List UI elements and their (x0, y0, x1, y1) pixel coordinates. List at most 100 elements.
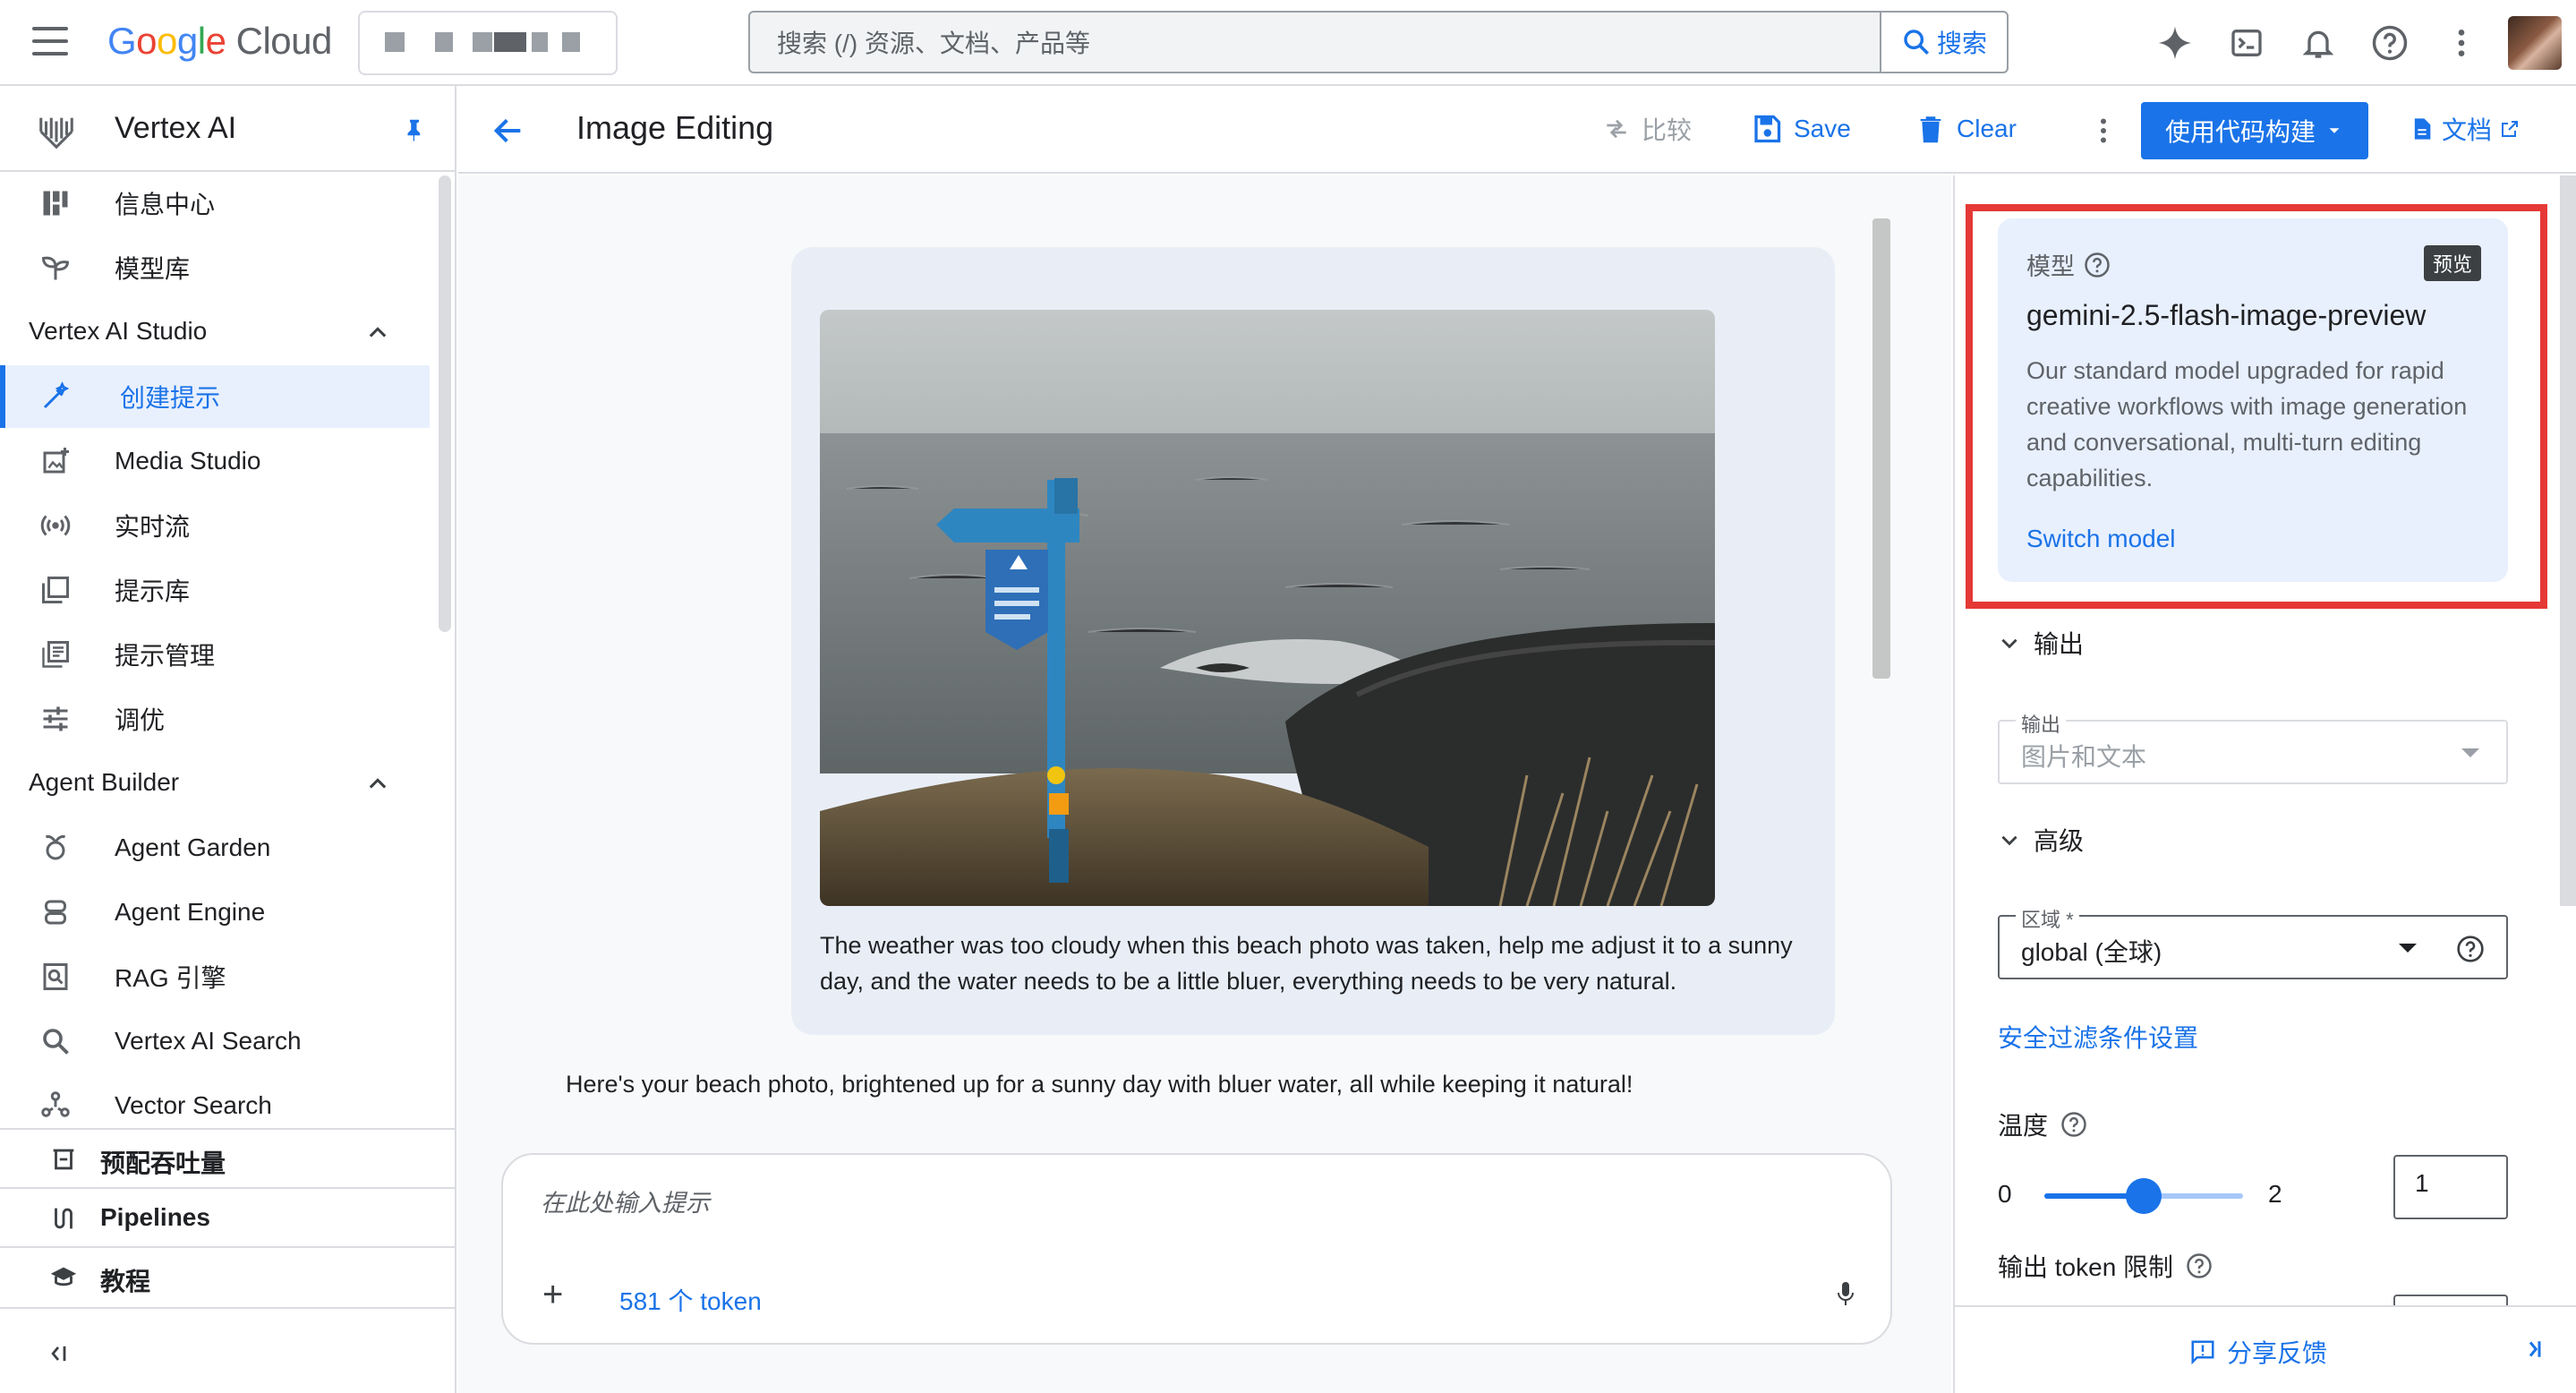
token-count[interactable]: 581 个 token (619, 1282, 762, 1318)
field-value: global (全球) (2021, 938, 2162, 966)
add-icon[interactable]: + (542, 1275, 563, 1315)
sidebar-pinned-tutorial[interactable]: 教程 (0, 1246, 456, 1305)
throughput-icon (53, 1149, 74, 1170)
uploaded-beach-photo[interactable] (820, 310, 1715, 906)
document-icon (2414, 118, 2431, 140)
output-type-select[interactable]: 输出 图片和文本 (1998, 709, 2508, 784)
temperature-min: 0 (1998, 1180, 2012, 1208)
sidebar-item-create-prompt[interactable]: 创建提示 (0, 365, 430, 428)
sidebar-item-prompt-gallery[interactable]: 提示库 (0, 559, 430, 621)
section-vertex-ai-studio[interactable]: Vertex AI Studio (0, 301, 430, 363)
sidebar-item-label: 信息中心 (115, 191, 216, 218)
collapse-left-icon[interactable] (45, 1341, 72, 1366)
help-icon[interactable] (2370, 23, 2410, 63)
chevron-up-icon (369, 327, 387, 338)
field-label: 输出 (2016, 709, 2067, 738)
sidebar-item-vertex-ai-search[interactable]: Vertex AI Search (0, 1010, 430, 1073)
share-feedback-button[interactable]: 分享反馈 (2189, 1334, 2327, 1370)
sidebar-item-tune[interactable]: 调优 (0, 688, 430, 750)
account-avatar[interactable] (2508, 16, 2562, 70)
nav-scroll-area: 信息中心 模型库 Vertex AI Studio 创建提示 Media Stu… (0, 172, 456, 1214)
sidebar-item-prompt-management[interactable]: 提示管理 (0, 623, 430, 686)
save-label: Save (1794, 115, 1851, 142)
pin-icon[interactable] (401, 115, 428, 145)
nav-scrollbar[interactable] (439, 175, 451, 632)
google-cloud-logo[interactable]: Google Cloud (107, 20, 332, 63)
region-select[interactable]: 区域 * global (全球) (1998, 904, 2508, 979)
settings-scrollbar[interactable] (2560, 175, 2576, 906)
sidebar-item-label: 提示管理 (115, 642, 216, 670)
create-prompt-icon (43, 381, 70, 409)
sidebar-item-label: 教程 (100, 1268, 151, 1295)
collapse-right-icon[interactable] (2517, 1336, 2544, 1363)
sidebar-item-model-garden[interactable]: 模型库 (0, 236, 430, 299)
project-picker[interactable] (358, 11, 618, 75)
prompt-input-box[interactable]: 在此处输入提示 + 581 个 token (501, 1153, 1892, 1345)
sidebar-item-media-studio[interactable]: Media Studio (0, 430, 430, 492)
gemini-spark-icon[interactable] (2155, 23, 2195, 63)
safety-settings-link[interactable]: 安全过滤条件设置 (1998, 1019, 2198, 1055)
temperature-input[interactable]: 1 (2393, 1155, 2508, 1219)
sidebar-item-label: Pipelines (100, 1203, 210, 1231)
docs-link[interactable]: 文档 (2410, 111, 2521, 147)
sidebar-item-label: Vertex AI Search (115, 1027, 302, 1055)
temperature-slider-thumb[interactable] (2126, 1178, 2162, 1214)
sidebar-item-stream[interactable]: 实时流 (0, 494, 430, 557)
output-section-header[interactable]: 输出 (1998, 625, 2084, 661)
more-vert-icon[interactable] (2442, 23, 2481, 63)
vector-search-icon (41, 1091, 70, 1117)
sidebar-pinned-throughput[interactable]: 预配吞吐量 (0, 1128, 456, 1187)
microphone-icon[interactable] (1835, 1280, 1856, 1309)
arrow-drop-down-icon (2461, 748, 2479, 757)
sidebar-item-dashboard[interactable]: 信息中心 (0, 172, 430, 235)
output-token-label-row: 输出 token 限制 (1998, 1248, 2213, 1284)
left-navigation: Vertex AI 信息中心 模型库 Vertex AI Studio 创建提示… (0, 86, 456, 1393)
arrow-drop-down-icon (2329, 128, 2340, 133)
agent-garden-icon (45, 834, 66, 860)
output-token-input[interactable] (2393, 1295, 2508, 1305)
dashboard-icon (43, 191, 68, 216)
feedback-bar: 分享反馈 (1955, 1305, 2576, 1393)
sidebar-item-label: 预配吞吐量 (100, 1149, 226, 1177)
chat-scrollbar[interactable] (1872, 218, 1890, 679)
help-icon[interactable] (2060, 1111, 2087, 1138)
search-input[interactable] (777, 29, 1815, 59)
sidebar-item-agent-garden[interactable]: Agent Garden (0, 816, 430, 879)
arrow-drop-down-icon (2399, 944, 2417, 953)
notifications-icon[interactable] (2299, 23, 2338, 63)
temperature-slider[interactable] (2044, 1178, 2243, 1214)
sidebar-item-label: Agent Garden (115, 833, 271, 861)
open-in-new-icon (2502, 121, 2519, 137)
help-icon[interactable] (2456, 935, 2485, 963)
more-vert-icon[interactable] (2087, 113, 2120, 149)
sidebar-item-rag-engine[interactable]: RAG 引擎 (0, 945, 430, 1008)
sidebar-item-agent-engine[interactable]: Agent Engine (0, 881, 430, 944)
back-arrow-icon[interactable] (490, 113, 526, 149)
editor-header: Image Editing 比较 Save Clear 使用代码构建 文档 (458, 86, 2576, 174)
advanced-section-header[interactable]: 高级 (1998, 822, 2084, 858)
compare-button[interactable]: 比较 (1602, 109, 1692, 149)
help-icon[interactable] (2186, 1252, 2213, 1279)
model-reply-text: Here's your beach photo, brightened up f… (566, 1071, 1633, 1098)
temperature-label: 温度 (1998, 1112, 2049, 1140)
user-message-bubble: The weather was too cloudy when this bea… (791, 247, 1835, 1035)
prompt-placeholder[interactable]: 在此处输入提示 (541, 1184, 710, 1218)
temperature-label-row: 温度 (1998, 1107, 2087, 1142)
save-button[interactable]: Save (1751, 109, 1851, 149)
page-title: Image Editing (576, 109, 774, 146)
save-icon (1754, 115, 1781, 143)
section-agent-builder[interactable]: Agent Builder (0, 752, 430, 815)
clear-button[interactable]: Clear (1915, 109, 2017, 149)
highlight-annotation-box (1966, 204, 2547, 609)
build-with-code-button[interactable]: 使用代码构建 (2141, 102, 2368, 159)
sidebar-item-label: 实时流 (115, 513, 191, 541)
media-studio-icon (43, 448, 69, 474)
main-menu-icon[interactable] (32, 27, 68, 59)
prompt-gallery-icon (42, 577, 69, 603)
chevron-down-icon (2001, 835, 2017, 846)
search-icon (43, 1029, 69, 1055)
sidebar-pinned-pipelines[interactable]: Pipelines (0, 1187, 456, 1246)
cloud-shell-icon[interactable] (2227, 23, 2266, 63)
search-button[interactable]: 搜索 (1880, 13, 2007, 72)
chevron-down-icon (2001, 638, 2017, 649)
